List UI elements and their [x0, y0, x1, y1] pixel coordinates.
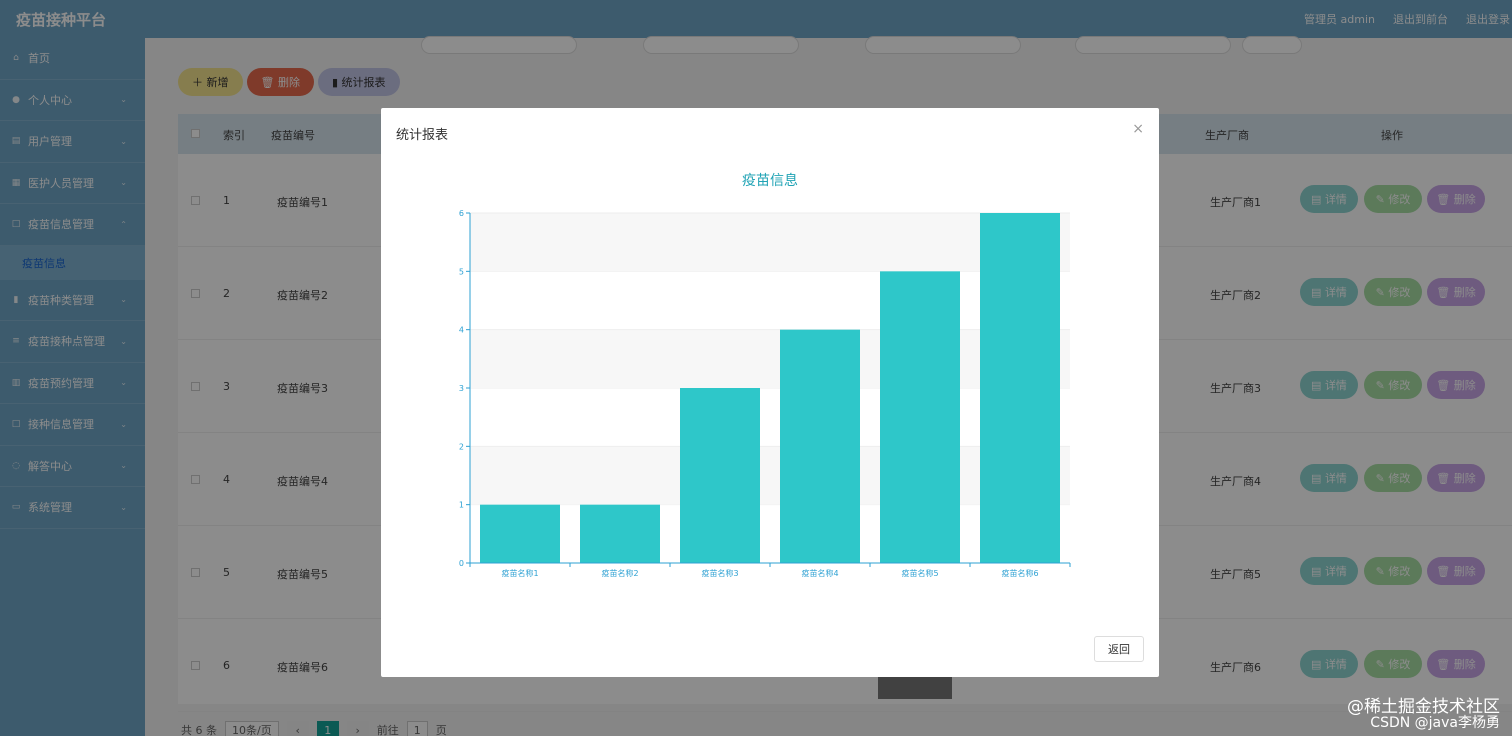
y-tick-label: 2: [459, 442, 464, 451]
watermark-csdn: CSDN @java李杨勇: [1370, 715, 1500, 731]
bar-4: [780, 329, 860, 563]
bar-2: [580, 504, 660, 563]
bar-6: [980, 213, 1060, 563]
y-tick-label: 1: [459, 501, 464, 510]
x-tick-label: 疫苗名称1: [501, 568, 538, 578]
x-tick-label: 疫苗名称5: [901, 568, 938, 578]
x-tick-label: 疫苗名称6: [1001, 568, 1038, 578]
bar-chart: 0 1 2 3 4 5 6 疫苗名称1 疫苗名称2 疫苗名称3 疫苗名称4 疫苗名称5 疫苗名称6: [459, 209, 1071, 578]
y-tick-label: 0: [459, 559, 464, 568]
bar-5: [880, 271, 960, 563]
x-tick-label: 疫苗名称4: [801, 568, 838, 578]
bar-1: [480, 504, 560, 563]
bar-3: [680, 388, 760, 563]
x-tick-label: 疫苗名称3: [701, 568, 738, 578]
y-tick-label: 5: [459, 267, 464, 276]
x-tick-label: 疫苗名称2: [601, 568, 638, 578]
y-tick-label: 4: [459, 326, 464, 335]
back-button[interactable]: 返回: [1094, 636, 1144, 662]
stats-modal: 统计报表 × 疫苗信息 0 1 2 3 4 5 6 疫苗名称1 疫苗名称2 疫苗名称3 疫苗名称4 疫…: [381, 108, 1159, 677]
y-tick-label: 3: [459, 384, 464, 393]
y-tick-label: 6: [459, 209, 464, 218]
